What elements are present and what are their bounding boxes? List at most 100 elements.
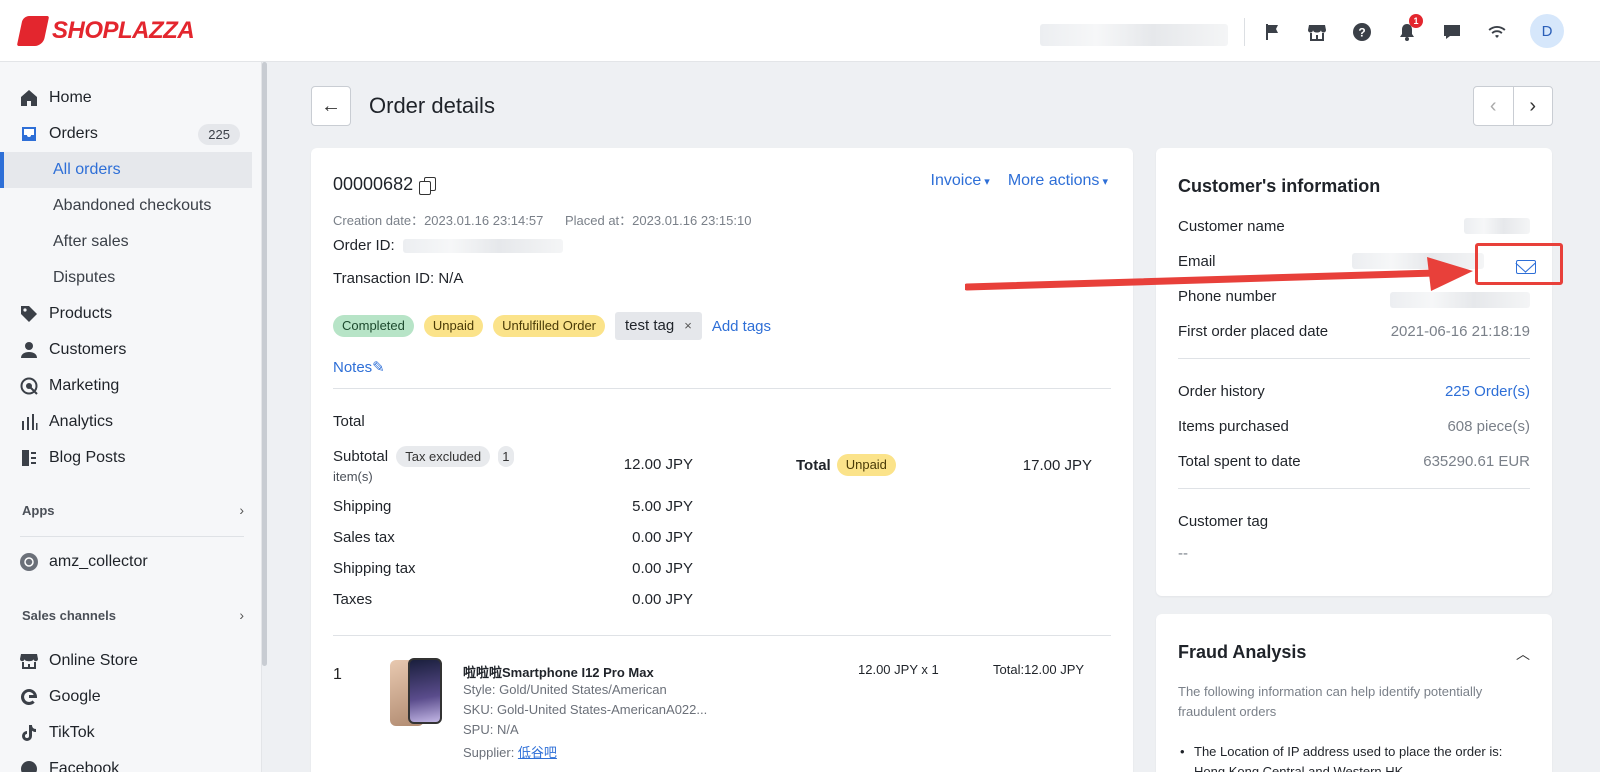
sidebar-divider (20, 536, 244, 537)
help-icon[interactable]: ? (1350, 20, 1374, 44)
chevron-up-icon[interactable]: ︿ (1516, 644, 1530, 664)
more-actions-dropdown[interactable]: More actions (1008, 172, 1108, 190)
sidebar-item-label: Facebook (49, 760, 120, 772)
svg-text:?: ? (1358, 26, 1365, 40)
shipping-tax-row: Shipping tax 0.00 JPY (333, 560, 693, 577)
sidebar-item-tiktok[interactable]: TikTok (0, 715, 252, 751)
remove-tag-icon[interactable]: × (684, 318, 692, 333)
sidebar-item-abandoned-checkouts[interactable]: Abandoned checkouts (0, 188, 252, 224)
status-badge-completed: Completed (333, 315, 414, 337)
status-badge-unpaid: Unpaid (423, 315, 484, 337)
order-id-row: Order ID: (333, 237, 563, 254)
order-actions: Invoice More actions (931, 172, 1108, 190)
sidebar-item-online-store[interactable]: Online Store (0, 643, 252, 679)
blog-icon (20, 449, 38, 467)
product-style: Style: Gold/United States/American (463, 682, 667, 697)
sidebar-scrollbar[interactable] (262, 62, 267, 666)
apps-header-label: Apps (22, 502, 55, 518)
placed-at-value: 2023.01.16 23:15:10 (632, 213, 752, 228)
fraud-ip-location: The Location of IP address used to place… (1178, 742, 1533, 772)
fraud-description: The following information can help ident… (1178, 684, 1483, 719)
flag-icon[interactable] (1260, 20, 1284, 44)
chat-icon[interactable] (1440, 20, 1464, 44)
product-thumbnail[interactable] (390, 658, 444, 726)
bell-icon[interactable]: 1 (1395, 14, 1423, 44)
order-history-link[interactable]: 225 Order(s) (1445, 383, 1530, 400)
sidebar-item-home[interactable]: Home (0, 80, 252, 116)
sidebar-item-customers[interactable]: Customers (0, 332, 252, 368)
custom-tag-label: test tag (625, 317, 675, 334)
app-icon (20, 553, 38, 571)
sidebar-item-amz-collector[interactable]: amz_collector (0, 544, 252, 580)
phone-front-image (408, 658, 442, 724)
store-name-redacted[interactable] (1040, 24, 1228, 46)
sidebar-item-marketing[interactable]: Marketing (0, 368, 252, 404)
sidebar-item-analytics[interactable]: Analytics (0, 404, 252, 440)
annotation-highlight-box (1475, 243, 1563, 285)
sidebar-item-label: Home (49, 89, 92, 106)
sidebar-item-orders[interactable]: Orders 225 (0, 116, 252, 152)
transaction-id: Transaction ID: N/A (333, 270, 464, 287)
items-purchased-value: 608 piece(s) (1447, 418, 1530, 435)
order-id-label: Order ID: (333, 237, 395, 254)
orders-count-badge: 225 (198, 124, 240, 145)
bar-chart-icon (20, 413, 38, 431)
annotation-arrow (965, 257, 1473, 291)
person-icon (20, 341, 38, 359)
sidebar-item-label: Customers (49, 341, 127, 358)
previous-order-button[interactable]: ‹ (1474, 87, 1514, 125)
sidebar-item-all-orders[interactable]: All orders (0, 152, 252, 188)
apps-section-header[interactable]: Apps › (22, 502, 244, 518)
back-button[interactable]: ← (311, 86, 351, 126)
line-item-index: 1 (333, 666, 342, 683)
sidebar-item-blog-posts[interactable]: Blog Posts (0, 440, 252, 476)
sales-tax-row: Sales tax 0.00 JPY (333, 529, 693, 546)
store-icon (20, 652, 38, 670)
user-avatar[interactable]: D (1530, 14, 1564, 48)
order-number: 00000682 (333, 174, 437, 195)
first-order-value: 2021-06-16 21:18:19 (1390, 323, 1530, 340)
order-pager: ‹ › (1473, 86, 1553, 126)
customer-info-title: Customer's information (1178, 176, 1381, 196)
shoplazza-logo-icon (16, 16, 50, 46)
creation-date-label: Creation date： (333, 213, 425, 228)
wifi-icon[interactable] (1485, 20, 1509, 44)
product-sku: SKU: Gold-United States-AmericanA022... (463, 702, 708, 717)
shipping-tax-label: Shipping tax (333, 560, 416, 577)
sidebar-item-after-sales[interactable]: After sales (0, 224, 252, 260)
subtotal-value: 12.00 JPY (623, 456, 693, 473)
copy-icon[interactable] (419, 176, 437, 195)
sidebar-item-label: Online Store (49, 652, 138, 669)
sidebar: Home Orders 225 All orders Abandoned che… (0, 62, 262, 772)
sidebar-item-facebook[interactable]: Facebook (0, 751, 252, 772)
items-count-badge: 1 (498, 446, 514, 467)
shoplazza-logo[interactable]: SHOPLAZZA (16, 16, 195, 46)
customer-tag-label: Customer tag (1178, 513, 1269, 530)
first-order-row: First order placed date 2021-06-16 21:18… (1178, 323, 1530, 340)
store-icon[interactable] (1305, 20, 1329, 44)
total-spent-label: Total spent to date (1178, 453, 1301, 470)
sidebar-item-label: Google (49, 688, 101, 705)
home-icon (20, 89, 38, 107)
chevron-right-icon: › (239, 607, 244, 623)
sidebar-item-products[interactable]: Products (0, 296, 252, 332)
supplier-link[interactable]: 低谷吧 (518, 745, 557, 760)
invoice-dropdown[interactable]: Invoice (931, 172, 990, 190)
taxes-label: Taxes (333, 591, 373, 608)
customer-name-redacted[interactable] (1464, 218, 1530, 234)
sales-channels-section-header[interactable]: Sales channels › (22, 607, 244, 623)
total-unpaid-badge: Unpaid (836, 454, 896, 476)
add-tags-link[interactable]: Add tags (712, 318, 771, 335)
product-title[interactable]: 啦啦啦Smartphone I12 Pro Max (463, 662, 654, 681)
next-order-button[interactable]: › (1514, 87, 1553, 125)
grand-total-label: Total (796, 456, 831, 474)
tiktok-icon (20, 724, 38, 742)
facebook-icon (20, 760, 38, 772)
sidebar-item-disputes[interactable]: Disputes (0, 260, 252, 296)
order-number-text: 00000682 (333, 174, 414, 194)
sidebar-item-google[interactable]: Google (0, 679, 252, 715)
grand-total-row: Total Unpaid 17.00 JPY (796, 454, 1092, 476)
notes-link[interactable]: Notes✎ (333, 358, 385, 376)
order-tags: Completed Unpaid Unfulfilled Order test … (333, 312, 771, 340)
section-divider (333, 388, 1111, 389)
